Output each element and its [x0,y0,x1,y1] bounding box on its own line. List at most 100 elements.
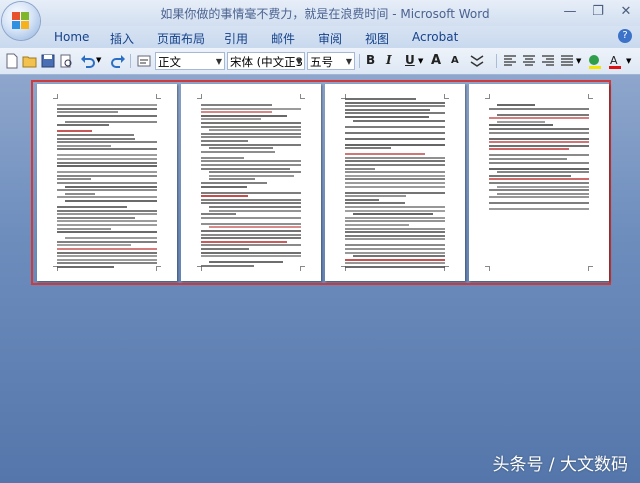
text-line [489,196,589,199]
text-line [209,261,283,264]
help-button[interactable]: ? [618,29,632,43]
bold-button[interactable]: B [366,53,375,67]
highlight-icon[interactable] [587,53,603,69]
font-select[interactable]: 宋体 (中文正3 ▼ [227,52,305,70]
font-select-value: 宋体 (中文正3 [230,55,303,69]
text-line [345,248,445,250]
text-line [57,266,114,268]
text-line [65,185,157,188]
text-line [201,167,290,170]
text-line [489,131,589,134]
text-line [57,158,157,160]
print-preview-icon[interactable] [58,53,74,69]
text-line [201,136,301,139]
text-line [489,124,553,127]
tab-review[interactable]: 审阅 [318,30,342,47]
text-line [57,227,111,230]
text-line [57,258,157,261]
text-line [57,220,157,223]
text-line [345,131,445,134]
text-line [345,185,445,188]
text-line [345,202,405,205]
text-line [209,147,273,150]
text-line [57,161,157,164]
underline-dropdown-icon[interactable]: ▼ [418,57,423,65]
text-line [497,185,589,188]
text-line [57,189,157,192]
close-button[interactable]: ✕ [616,3,636,21]
crop-mark [485,94,490,99]
justify-icon[interactable] [559,53,575,69]
align-left-icon[interactable] [502,53,518,69]
minimize-button[interactable]: — [560,3,580,21]
document-page[interactable] [181,84,321,281]
text-line [201,125,301,128]
document-page[interactable] [325,84,465,281]
text-line [489,202,589,205]
text-line [57,216,135,219]
crop-mark [300,266,305,271]
font-size-select[interactable]: 五号 ▼ [307,52,355,70]
text-line [345,112,445,115]
shrink-font-button[interactable]: A [451,55,459,66]
style-select[interactable]: 正文 ▼ [155,52,225,70]
text-line [345,224,409,226]
justify-dropdown-icon[interactable]: ▼ [576,57,581,65]
text-line [345,125,445,128]
document-page[interactable] [469,84,609,281]
text-line [57,144,111,147]
text-line [345,108,430,111]
save-icon[interactable] [40,53,56,69]
text-line [65,192,95,195]
restore-button[interactable]: ❐ [588,3,608,21]
svg-text:A: A [610,54,618,67]
text-line [201,216,301,219]
text-line [201,156,244,159]
text-line [345,220,445,223]
text-line [345,143,445,146]
office-button[interactable] [2,2,40,40]
crop-mark [444,94,449,99]
open-folder-icon[interactable] [22,53,38,69]
align-center-icon[interactable] [521,53,537,69]
align-right-icon[interactable] [540,53,556,69]
underline-button[interactable]: U [405,53,415,67]
text-line [489,148,569,151]
grow-font-button[interactable]: A [431,53,441,68]
text-line [201,107,301,110]
italic-button[interactable]: I [386,53,392,67]
text-line [57,182,157,184]
tab-acrobat[interactable]: Acrobat [412,30,458,44]
text-line [201,248,249,250]
chevron-down-icon: ▼ [215,57,222,66]
title-bar: 如果你做的事情毫不费力，就是在浪费时间 - Microsoft Word — ❐… [0,0,640,26]
text-line [345,147,391,150]
tab-mailings[interactable]: 邮件 [271,30,295,47]
text-line [345,116,429,118]
tab-page-layout[interactable]: 页面布局 [157,30,205,47]
undo-dropdown-icon[interactable]: ▼ [96,56,101,64]
text-line [201,233,301,236]
text-line [345,209,445,212]
text-line [345,160,445,163]
font-color-icon[interactable]: A [607,53,623,69]
styles-icon[interactable] [136,53,152,69]
crop-mark [156,94,161,99]
text-line [57,209,157,212]
format-painter-icon[interactable] [469,53,485,69]
tab-references[interactable]: 引用 [224,30,248,47]
tab-insert[interactable]: 插入 [110,30,134,47]
font-color-dropdown-icon[interactable]: ▼ [626,57,631,65]
tab-view[interactable]: 视图 [365,30,389,47]
text-line [497,113,589,116]
tab-home[interactable]: Home [54,30,89,44]
crop-mark [156,266,161,271]
new-document-icon[interactable] [4,53,20,69]
document-page[interactable] [37,84,177,281]
undo-icon[interactable] [80,53,96,69]
text-line [345,137,445,140]
crop-mark [197,94,202,99]
text-line [201,122,301,124]
redo-icon[interactable] [110,53,126,69]
text-line [57,174,157,177]
